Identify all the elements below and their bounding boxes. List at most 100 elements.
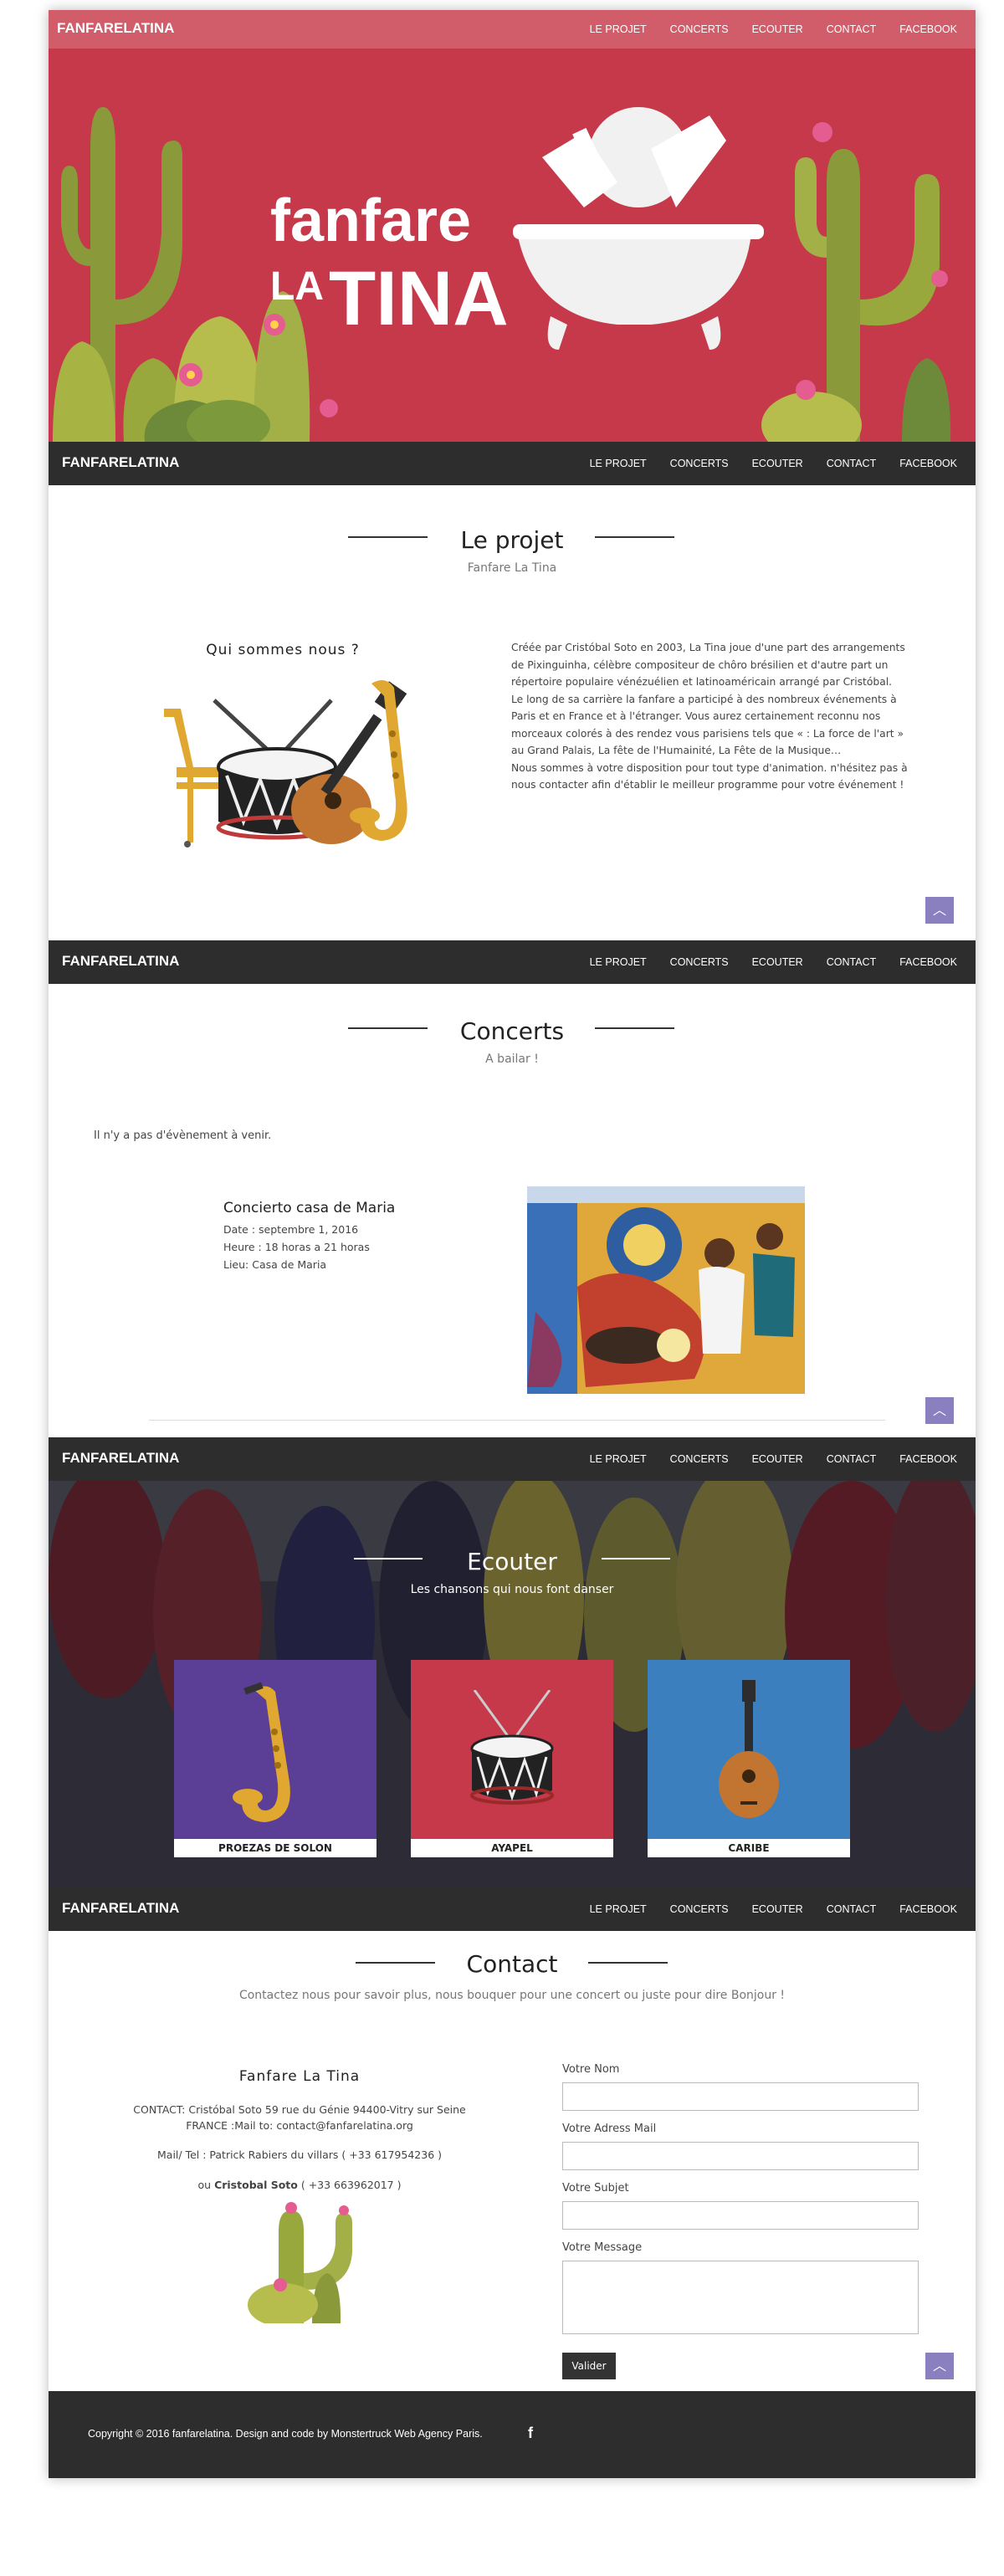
brand-logo[interactable]: FANFARELATINA [62, 454, 179, 471]
nav-projet[interactable]: LE PROJET [590, 458, 647, 469]
drum-icon [470, 1690, 554, 1805]
nav-contact[interactable]: CONTACT [827, 1453, 877, 1465]
track-label-1: PROEZAS DE SOLON [174, 1839, 376, 1857]
top-nav-facebook[interactable]: FACEBOOK [899, 23, 957, 35]
section-title-concerts: Concerts [459, 1017, 565, 1045]
event-image [527, 1186, 805, 1394]
navbar-concerts: FANFARELATINA LE PROJET CONCERTS ECOUTER… [49, 940, 976, 984]
navbar-ecouter: FANFARELATINA LE PROJET CONCERTS ECOUTER… [49, 1437, 976, 1481]
contact-info: Fanfare La Tina CONTACT: Cristóbal Soto … [124, 2068, 475, 2193]
nav-projet[interactable]: LE PROJET [590, 1453, 647, 1465]
bathtub-instruments-icon [513, 107, 764, 350]
section-subtitle-ecouter: Les chansons qui nous font danser [410, 1583, 614, 1596]
contact-phone-2-prefix: ou [197, 2179, 212, 2191]
nav-ecouter[interactable]: ECOUTER [752, 1453, 803, 1465]
hero-illustration: fanfare LA TINA [53, 107, 951, 442]
no-event-text: Il n'y a pas d'évènement à venir. [94, 1129, 272, 1142]
contact-phone-2-number: ( +33 663962017 ) [300, 2179, 402, 2191]
section-title-projet: Le projet [460, 526, 564, 554]
track-label-3: CARIBE [648, 1839, 850, 1857]
nav-facebook[interactable]: FACEBOOK [899, 458, 957, 469]
page: FANFARELATINA LE PROJET CONCERTS ECOUTER… [49, 10, 976, 2478]
name-input[interactable] [562, 2082, 919, 2111]
footer: Copyright © 2016 fanfarelatina. Design a… [49, 2391, 976, 2478]
brand-logo[interactable]: FANFARELATINA [62, 1900, 179, 1917]
hero-logo-la: LA [270, 264, 324, 309]
chevron-up-icon: ︿ [932, 902, 946, 918]
section-subtitle-contact: Contactez nous pour savoir plus, nous bo… [238, 1989, 786, 2002]
chevron-up-icon: ︿ [932, 1402, 946, 1418]
track-card-art [648, 1660, 850, 1839]
top-nav-concerts[interactable]: CONCERTS [670, 23, 729, 35]
top-nav-links: LE PROJET CONCERTS ECOUTER CONTACT FACEB… [578, 10, 969, 49]
nav-ecouter[interactable]: ECOUTER [752, 1903, 803, 1915]
nav-contact[interactable]: CONTACT [827, 1903, 877, 1915]
brand-logo-top[interactable]: FANFARELATINA [57, 20, 174, 37]
email-input[interactable] [562, 2142, 919, 2170]
name-label: Votre Nom [562, 2063, 620, 2076]
nav-projet[interactable]: LE PROJET [590, 956, 647, 968]
brand-logo[interactable]: FANFARELATINA [62, 953, 179, 970]
nav-links: LE PROJET CONCERTS ECOUTER CONTACT FACEB… [578, 442, 969, 485]
projet-paragraph-2: Le long de sa carrière la fanfare a part… [511, 693, 904, 757]
back-to-top-button[interactable]: ︿ [925, 2353, 954, 2379]
track-card-art [411, 1660, 613, 1839]
hero-logo-word1: fanfare [270, 187, 471, 254]
back-to-top-button[interactable]: ︿ [925, 897, 954, 924]
section-subtitle-concerts: A bailar ! [485, 1052, 539, 1066]
message-label: Votre Message [562, 2241, 643, 2254]
facebook-icon[interactable]: f [528, 2425, 533, 2442]
submit-button[interactable]: Valider [562, 2353, 616, 2379]
nav-ecouter[interactable]: ECOUTER [752, 458, 803, 469]
top-nav-contact[interactable]: CONTACT [827, 23, 877, 35]
nav-concerts[interactable]: CONCERTS [670, 1903, 729, 1915]
mandolin-icon [719, 1680, 779, 1818]
event-date: Date : septembre 1, 2016 [223, 1223, 359, 1236]
navbar-projet: FANFARELATINA LE PROJET CONCERTS ECOUTER… [49, 442, 976, 485]
event-name[interactable]: Concierto casa de Maria [223, 1200, 395, 1216]
nav-contact[interactable]: CONTACT [827, 956, 877, 968]
back-to-top-button[interactable]: ︿ [925, 1397, 954, 1424]
nav-concerts[interactable]: CONCERTS [670, 1453, 729, 1465]
contact-address-1: CONTACT: Cristóbal Soto 59 rue du Génie … [133, 2103, 466, 2116]
brand-logo[interactable]: FANFARELATINA [62, 1450, 179, 1467]
contact-phone-2: ou Cristobal Soto ( +33 663962017 ) [124, 2177, 475, 2193]
divider [149, 1420, 885, 1421]
chevron-up-icon: ︿ [932, 2358, 946, 2374]
instruments-illustration [164, 680, 407, 848]
nav-facebook[interactable]: FACEBOOK [899, 956, 957, 968]
contact-address-2[interactable]: FRANCE :Mail to: contact@fanfarelatina.o… [124, 2118, 475, 2133]
projet-text: Créée par Cristóbal Soto en 2003, La Tin… [511, 639, 911, 794]
nav-links: LE PROJET CONCERTS ECOUTER CONTACT FACEB… [578, 1887, 969, 1931]
hero-banner: FANFARELATINA LE PROJET CONCERTS ECOUTER… [49, 10, 976, 442]
nav-contact[interactable]: CONTACT [827, 458, 877, 469]
top-nav-projet[interactable]: LE PROJET [590, 23, 647, 35]
contact-org-name: Fanfare La Tina [238, 2068, 361, 2085]
section-title-ecouter: Ecouter [467, 1548, 557, 1575]
footer-copyright: Copyright © 2016 fanfarelatina. Design a… [88, 2428, 483, 2440]
nav-facebook[interactable]: FACEBOOK [899, 1903, 957, 1915]
hero-logo-tina: TINA [329, 256, 509, 341]
nav-projet[interactable]: LE PROJET [590, 1903, 647, 1915]
nav-concerts[interactable]: CONCERTS [670, 956, 729, 968]
top-nav-ecouter[interactable]: ECOUTER [752, 23, 803, 35]
navbar-contact: FANFARELATINA LE PROJET CONCERTS ECOUTER… [49, 1887, 976, 1931]
track-label-2: AYAPEL [411, 1839, 613, 1857]
nav-concerts[interactable]: CONCERTS [670, 458, 729, 469]
projet-paragraph-3: Nous sommes à votre disposition pour tou… [511, 761, 908, 791]
nav-links: LE PROJET CONCERTS ECOUTER CONTACT FACEB… [578, 940, 969, 984]
top-navbar: FANFARELATINA LE PROJET CONCERTS ECOUTER… [49, 10, 976, 49]
cactus-right-icon [761, 122, 951, 442]
event-time: Heure : 18 horas a 21 horas [223, 1241, 370, 1253]
email-label: Votre Adress Mail [562, 2123, 657, 2135]
track-card-2[interactable]: AYAPEL [411, 1660, 613, 1857]
track-card-3[interactable]: CARIBE [648, 1660, 850, 1857]
track-card-1[interactable]: PROEZAS DE SOLON [174, 1660, 376, 1857]
contact-phone-1: Mail/ Tel : Patrick Rabiers du villars (… [157, 2148, 442, 2161]
event-place: Lieu: Casa de Maria [223, 1258, 327, 1271]
nav-facebook[interactable]: FACEBOOK [899, 1453, 957, 1465]
nav-ecouter[interactable]: ECOUTER [752, 956, 803, 968]
message-textarea[interactable] [562, 2261, 919, 2334]
subject-input[interactable] [562, 2201, 919, 2230]
nav-links: LE PROJET CONCERTS ECOUTER CONTACT FACEB… [578, 1437, 969, 1481]
